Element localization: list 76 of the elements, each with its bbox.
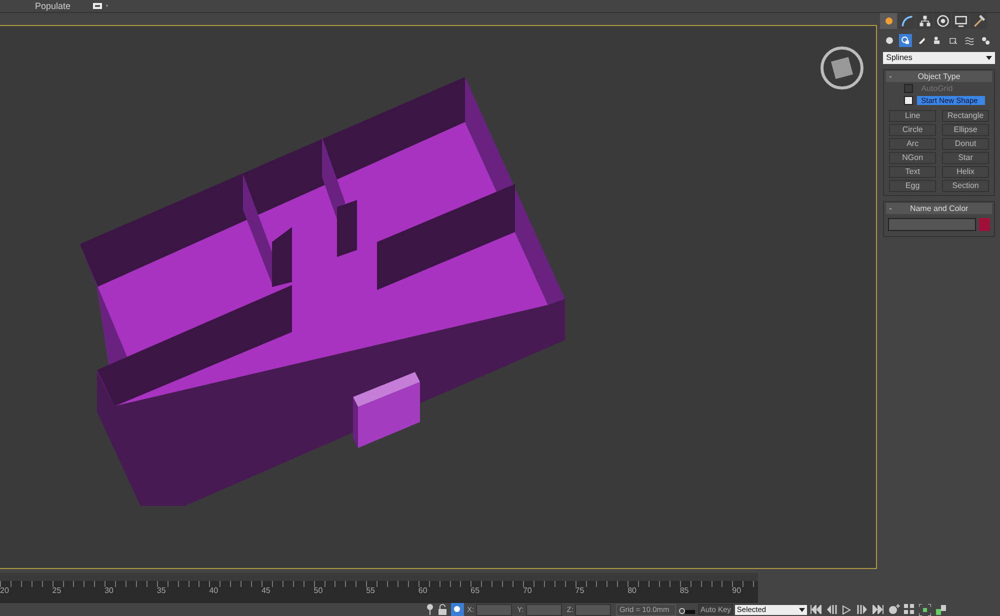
z-coordinate-field[interactable] (575, 604, 612, 616)
shape-button[interactable]: NGon (889, 152, 936, 164)
monitor-icon (954, 14, 968, 28)
frame-number: 50 (314, 586, 324, 596)
frame-number: 75 (575, 586, 586, 596)
start-new-shape-checkbox[interactable] (904, 96, 914, 106)
command-panel-tab[interactable] (916, 12, 934, 29)
category-dropdown[interactable]: Splines (883, 52, 995, 64)
rollout-header[interactable]: - Name and Color (886, 202, 992, 214)
frame-number: 55 (366, 586, 376, 596)
rollout-title: Object Type (918, 72, 960, 81)
zoom-extents-all-icon[interactable] (934, 604, 947, 616)
rollout-title: Name and Color (910, 204, 968, 213)
frame-number: 25 (52, 586, 62, 596)
key-icon[interactable] (679, 606, 696, 614)
play-icon[interactable] (842, 604, 852, 614)
waves-icon (964, 34, 976, 46)
x-coordinate-field[interactable] (476, 604, 512, 616)
hierarchy-icon (918, 14, 932, 28)
frame-number: 20 (0, 586, 10, 596)
zoom-icon[interactable] (888, 604, 900, 615)
command-panel-tab[interactable] (880, 12, 898, 29)
go-to-end-icon[interactable] (872, 605, 884, 614)
command-panel-tab[interactable] (898, 12, 916, 29)
shapes-icon (900, 34, 912, 46)
collapse-toggle[interactable]: - (889, 72, 892, 81)
y-coordinate-field[interactable] (526, 604, 562, 616)
color-swatch[interactable] (979, 218, 990, 231)
shape-button[interactable]: Donut (942, 138, 989, 150)
transform-mode-icon[interactable] (451, 603, 464, 616)
frame-number: 70 (522, 586, 533, 596)
menu-tab[interactable]: Populate (35, 0, 71, 11)
time-ruler[interactable]: 20 25 30 35 40 45 50 55 60 65 70 75 80 85 90 (0, 573, 758, 603)
name-field[interactable] (888, 218, 976, 231)
rollout-header[interactable]: - Object Type (886, 70, 992, 82)
frame-number: 35 (156, 586, 167, 596)
shape-button[interactable]: Ellipse (942, 124, 989, 136)
command-panel-tab[interactable] (970, 12, 988, 29)
zoom-extents-icon[interactable] (918, 604, 931, 616)
shape-button[interactable]: Arc (889, 138, 936, 150)
zoom-all-icon[interactable] (904, 604, 915, 615)
shape-button[interactable]: Helix (942, 166, 989, 178)
command-panel-tab[interactable] (934, 12, 952, 29)
category-button[interactable] (899, 34, 912, 47)
view-cube-icon[interactable] (819, 44, 865, 91)
frame-number: 65 (470, 586, 481, 596)
go-to-start-icon[interactable] (810, 605, 822, 614)
shape-button[interactable]: Rectangle (942, 110, 989, 122)
shape-button[interactable]: Star (942, 152, 989, 164)
frame-number: 85 (680, 586, 690, 596)
collapse-toggle[interactable]: - (889, 204, 892, 213)
previous-frame-icon[interactable] (826, 605, 838, 614)
pin-icon[interactable] (426, 604, 434, 615)
shape-button[interactable]: Line (889, 110, 936, 122)
curve-icon (900, 14, 914, 28)
frame-number: 40 (209, 586, 220, 596)
sphere-icon (884, 34, 896, 46)
autogrid-checkbox[interactable] (904, 84, 914, 94)
next-frame-icon[interactable] (856, 605, 868, 614)
display-icon[interactable] (92, 2, 111, 10)
shape-button[interactable]: Circle (889, 124, 936, 136)
frame-number: 60 (418, 586, 428, 596)
dropdown-arrow-icon (798, 608, 805, 612)
target-icon (936, 14, 950, 28)
shape-button[interactable]: Text (889, 166, 936, 178)
hammer-icon (972, 14, 986, 28)
frame-number: 45 (261, 586, 272, 596)
perspective-viewport[interactable] (0, 24, 878, 569)
frame-number: 80 (628, 586, 638, 596)
lock-icon[interactable] (438, 604, 447, 615)
shape-button[interactable]: Section (942, 180, 989, 192)
frame-number: 90 (732, 586, 742, 596)
frame-number: 30 (104, 586, 114, 596)
command-panel-tab[interactable] (952, 12, 970, 29)
shape-button[interactable]: Egg (889, 180, 936, 192)
dropdown-arrow-icon (986, 56, 992, 60)
